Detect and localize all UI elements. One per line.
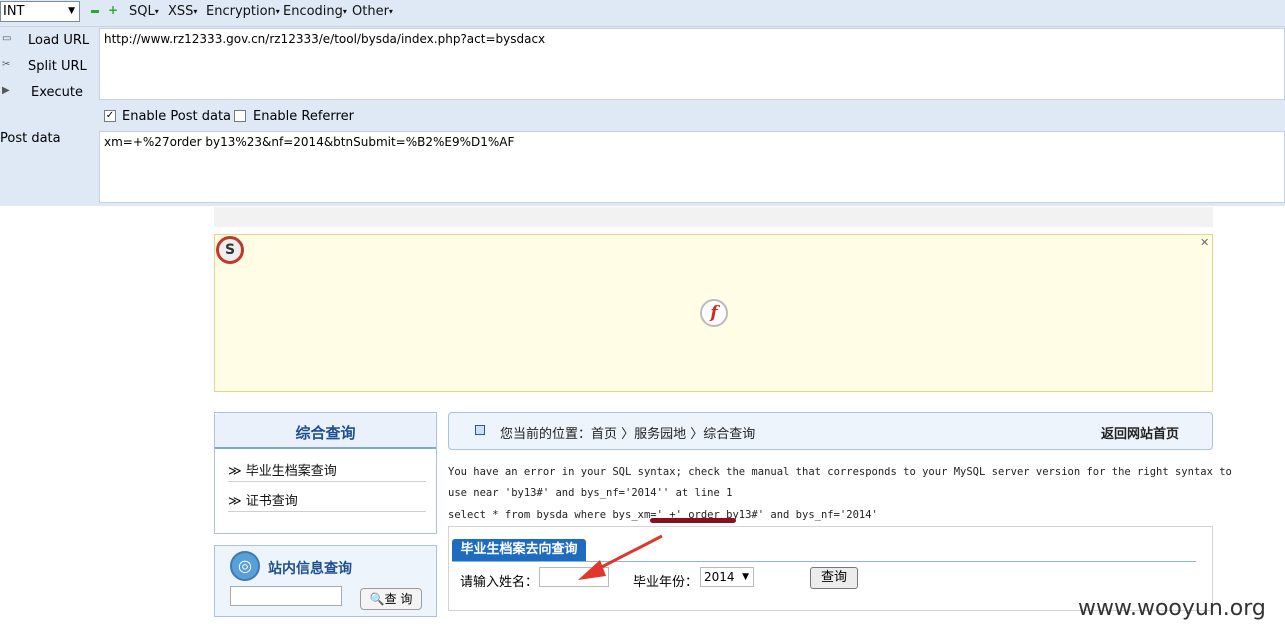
- scissors-icon: ✂: [2, 59, 11, 70]
- highlight-underline: [650, 518, 736, 523]
- home-link[interactable]: 返回网站首页: [1101, 423, 1179, 442]
- site-search-input[interactable]: [230, 586, 342, 606]
- divider: [228, 511, 426, 512]
- tab-archive-query[interactable]: 毕业生档案去向查询: [452, 539, 586, 561]
- window-icon: [475, 425, 485, 435]
- page-top-strip: [214, 207, 1213, 227]
- split-url-button[interactable]: ✂ Split URL: [0, 56, 96, 78]
- enable-referrer-checkbox[interactable]: [234, 110, 246, 122]
- name-label: 请输入姓名：: [460, 575, 539, 590]
- search-icon: 🔍: [369, 592, 385, 606]
- type-select-value: INT: [3, 4, 25, 19]
- post-data-label: Post data: [0, 131, 61, 146]
- enable-referrer-label: Enable Referrer: [253, 109, 354, 124]
- menu-other[interactable]: Other▾: [352, 4, 393, 19]
- load-url-button[interactable]: ▭ Load URL: [0, 30, 96, 52]
- minus-icon[interactable]: [91, 10, 99, 13]
- close-icon[interactable]: ✕: [1200, 236, 1209, 249]
- left-nav-title: 综合查询: [295, 424, 356, 442]
- type-select[interactable]: INT ▼: [0, 1, 80, 22]
- year-select[interactable]: 2014 ▼: [700, 567, 754, 587]
- menu-sql[interactable]: SQL▾: [129, 4, 159, 19]
- execute-button[interactable]: ▶ Execute: [0, 82, 96, 104]
- enable-post-label: Enable Post data: [122, 109, 232, 124]
- chevron-down-icon: ▼: [742, 572, 749, 582]
- url-value: http://www.rz12333.gov.cn/rz12333/e/tool…: [104, 32, 546, 46]
- menu-encoding[interactable]: Encoding▾: [283, 4, 347, 19]
- enable-post-checkbox[interactable]: ✓: [104, 110, 116, 122]
- chevron-down-icon: ▼: [68, 6, 75, 16]
- load-url-icon: ▭: [2, 33, 12, 44]
- watermark: www.wooyun.org: [1078, 596, 1266, 621]
- sql-error-line-2: use near 'by13#' and bys_nf='2014'' at l…: [448, 487, 733, 499]
- nav-graduate-archive[interactable]: ≫ 毕业生档案查询: [228, 460, 337, 479]
- plus-icon[interactable]: +: [108, 4, 118, 16]
- post-data-value: xm=+%27order by13%23&nf=2014&btnSubmit=%…: [104, 135, 515, 149]
- nav-certificate-query[interactable]: ≫ 证书查询: [228, 490, 298, 509]
- flash-icon[interactable]: f: [700, 299, 728, 327]
- annotation-arrow: [578, 534, 663, 580]
- sql-error-line-1: You have an error in your SQL syntax; ch…: [448, 466, 1232, 478]
- tab-underline: [452, 561, 1196, 562]
- globe-icon: ◎: [230, 551, 260, 581]
- menu-encryption[interactable]: Encryption▾: [206, 4, 280, 19]
- divider: [228, 481, 426, 482]
- breadcrumb: 您当前的位置：首页 〉服务园地 〉综合查询: [500, 427, 756, 442]
- site-search-button[interactable]: 🔍查 询: [360, 588, 422, 610]
- query-button[interactable]: 查询: [810, 567, 858, 589]
- site-search-title: 站内信息查询: [268, 561, 352, 577]
- play-icon: ▶: [2, 85, 10, 96]
- adblock-icon[interactable]: S: [216, 236, 244, 264]
- menu-xss[interactable]: XSS▾: [168, 4, 197, 19]
